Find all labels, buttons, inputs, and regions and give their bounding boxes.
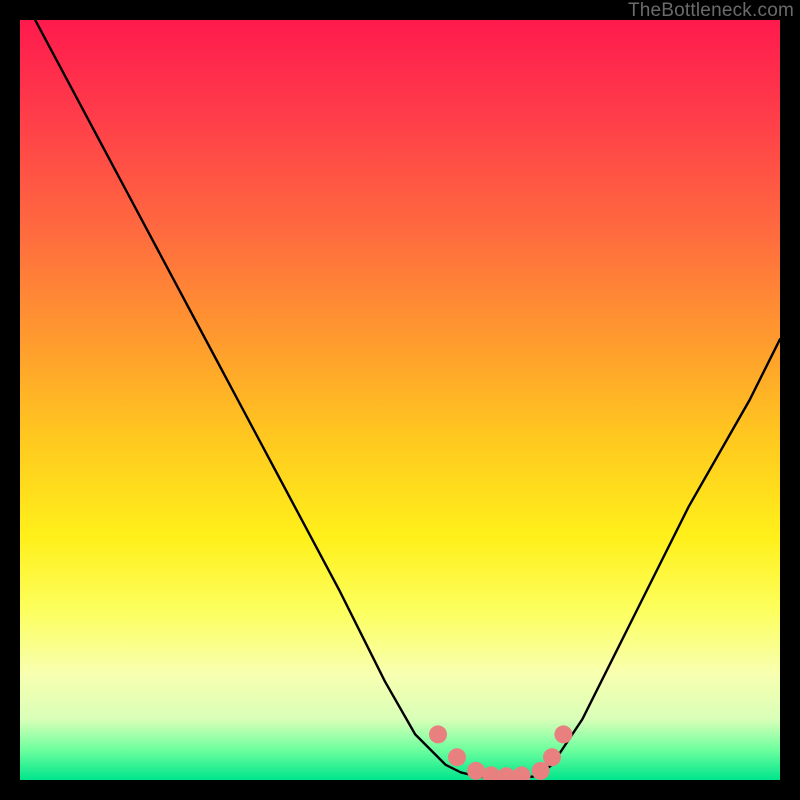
- data-marker: [554, 725, 572, 743]
- data-marker: [448, 748, 466, 766]
- bottleneck-curve: [20, 20, 780, 780]
- data-marker: [513, 766, 531, 780]
- watermark-text: TheBottleneck.com: [628, 0, 794, 22]
- data-marker: [429, 725, 447, 743]
- plot-area: [20, 20, 780, 780]
- marker-group: [429, 725, 572, 780]
- data-marker: [467, 762, 485, 780]
- data-marker: [543, 748, 561, 766]
- data-marker: [482, 766, 500, 780]
- chart-frame: TheBottleneck.com: [0, 0, 800, 800]
- data-marker: [497, 767, 515, 780]
- curve-path: [35, 20, 780, 778]
